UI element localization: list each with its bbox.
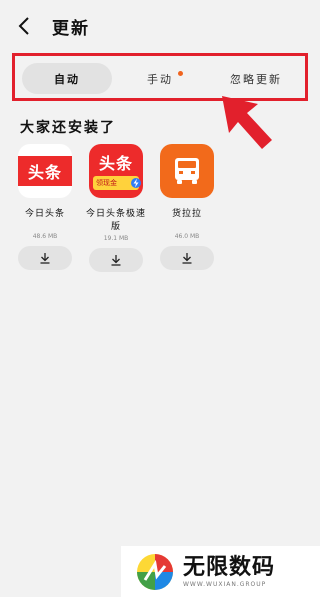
app-card-toutiao[interactable]: 头条 今日头条 48.6 MB [14,144,76,270]
watermark: 无限数码 WWW.WUXIAN.GROUP [121,546,320,597]
app-size: 19.1 MB [103,235,129,242]
page-title: 更新 [52,19,90,39]
watermark-title: 无限数码 [183,555,276,580]
toutiao-lite-icon-text: 头条 [98,154,133,173]
chevron-left-icon [18,17,29,35]
download-icon [40,253,50,264]
download-button[interactable] [18,246,72,270]
section-title: 大家还安装了 [20,120,116,136]
app-name: 货拉拉 [171,209,202,219]
download-button[interactable] [89,248,143,272]
top-bar: 更新 [0,0,320,52]
app-size: 48.6 MB [32,233,58,240]
download-button[interactable] [160,246,214,270]
app-name: 今日头条极速版 [85,209,146,232]
truck-icon [175,158,199,184]
new-indicator-dot [178,71,183,76]
app-card-toutiao-lite[interactable]: 头条 领现金 今日头条极速版 19.1 MB [85,144,147,272]
lightning-icon [131,178,141,188]
app-card-huolala[interactable]: 货拉拉 46.0 MB [156,144,218,270]
toutiao-lite-app-icon: 头条 领现金 [89,144,143,198]
tab-manual-label: 手动 [147,72,173,86]
download-icon [182,253,192,264]
toutiao-icon-text: 头条 [18,156,72,186]
tab-auto[interactable]: 自动 [22,63,112,94]
tab-manual[interactable]: 手动 [112,63,208,94]
watermark-subtitle: WWW.WUXIAN.GROUP [183,581,267,588]
back-button[interactable] [12,14,36,38]
pointer-arrow-icon [222,96,272,149]
toutiao-app-icon: 头条 [18,144,72,198]
app-size: 46.0 MB [174,233,200,240]
huolala-app-icon [160,144,214,198]
app-name: 今日头条 [24,209,65,219]
wuxian-logo-icon [137,553,173,590]
download-icon [111,255,121,266]
